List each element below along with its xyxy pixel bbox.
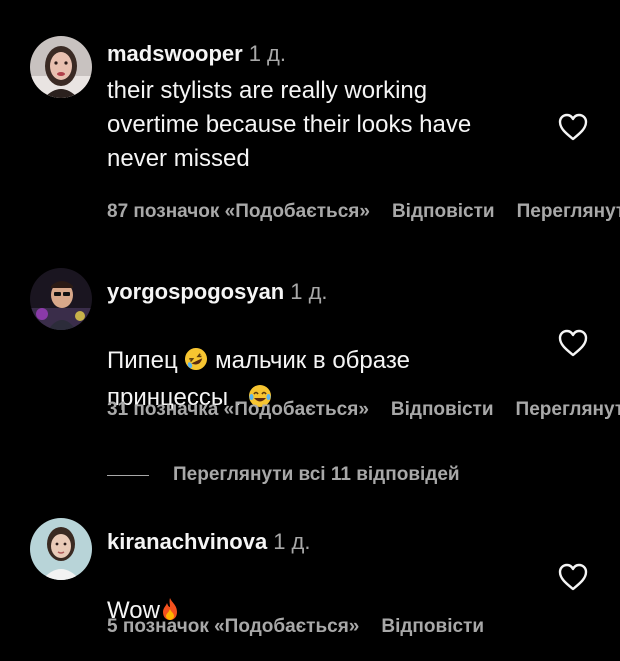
heart-outline-icon[interactable]	[557, 562, 589, 592]
likes-count[interactable]: 31 позначка «Подобається»	[107, 399, 369, 420]
translate-button[interactable]: Переглянути переклад	[516, 399, 620, 420]
comment-yorgospogosyan: yorgospogosyan 1 д. Пипец мальчик в образ…	[0, 240, 620, 440]
likes-count[interactable]: 5 позначок «Подобається»	[107, 616, 359, 637]
username[interactable]: kiranachvinova	[107, 529, 267, 554]
view-replies-label: Переглянути всі 11 відповідей	[173, 464, 460, 485]
likes-count[interactable]: 87 позначок «Подобається»	[107, 201, 370, 222]
comment-header: kiranachvinova 1 д.	[107, 528, 310, 556]
heart-outline-icon[interactable]	[557, 328, 589, 358]
avatar-yorgospogosyan[interactable]	[30, 268, 92, 330]
comment-text-part: мальчик в образе	[208, 347, 410, 374]
comment-text-part: Пипец	[107, 347, 185, 374]
view-replies-button[interactable]: Переглянути всі 11 відповідей	[107, 460, 460, 490]
reply-button[interactable]: Відповісти	[391, 399, 494, 420]
comments-panel: madswooper 1 д. their stylists are really…	[0, 0, 620, 661]
comment-kiranachvinova: kiranachvinova 1 д. Wow 5 позначок «Подоб…	[0, 500, 620, 661]
comment-actions: 31 позначка «Подобається» Відповісти Перег…	[107, 397, 620, 423]
timestamp[interactable]: 1 д.	[273, 529, 310, 554]
comment-actions: 5 позначок «Подобається» Відповісти	[107, 614, 506, 640]
translate-button[interactable]: Переглянути переклад	[517, 201, 620, 222]
reply-button[interactable]: Відповісти	[381, 616, 484, 637]
comment-text: their stylists are really working overti…	[107, 77, 472, 172]
username[interactable]: madswooper	[107, 41, 243, 66]
comment-actions: 87 позначок «Подобається» Відповісти Перег…	[107, 199, 620, 225]
rolling-on-floor-laughing-emoji	[184, 347, 208, 381]
avatar-madswooper[interactable]	[30, 36, 92, 98]
reply-button[interactable]: Відповісти	[392, 201, 495, 222]
heart-outline-icon[interactable]	[557, 112, 589, 142]
comment-madswooper: madswooper 1 д. their stylists are really…	[0, 0, 620, 240]
divider-line	[107, 474, 149, 476]
comment-header: madswooper 1 д.	[107, 40, 286, 68]
timestamp[interactable]: 1 д.	[249, 41, 286, 66]
avatar-kiranachvinova[interactable]	[30, 518, 92, 580]
username[interactable]: yorgospogosyan	[107, 279, 284, 304]
comment-header: yorgospogosyan 1 д.	[107, 278, 328, 306]
timestamp[interactable]: 1 д.	[290, 279, 327, 304]
